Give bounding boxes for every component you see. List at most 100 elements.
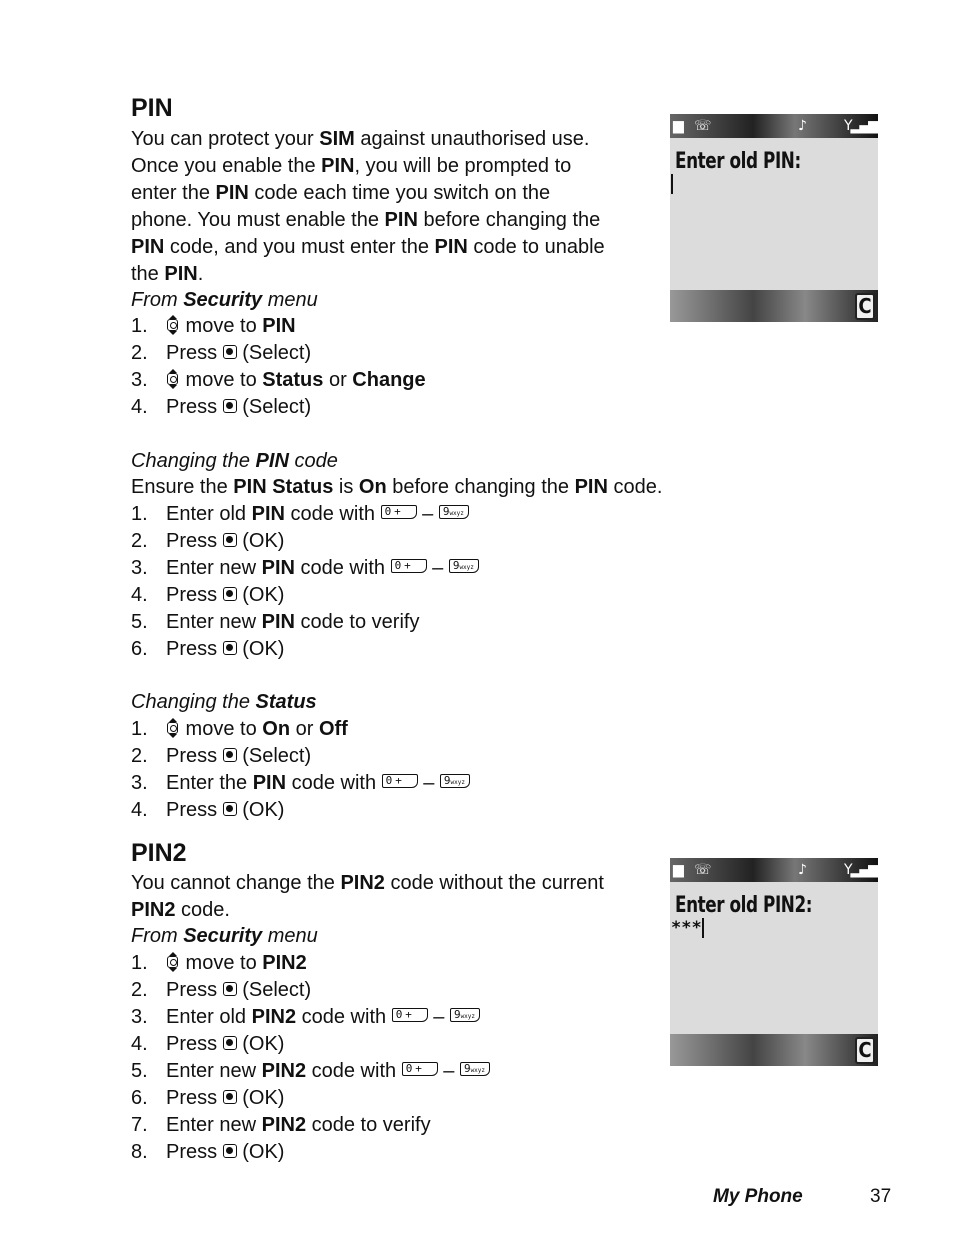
step-item: 3. Enter old PIN2 code with 0+ – 9wxyz <box>131 1004 480 1031</box>
step-number: 4. <box>131 1033 148 1055</box>
step-item: 7. Enter new PIN2 code to verify <box>131 1112 431 1139</box>
step-item: 5. Enter new PIN code to verify <box>131 609 419 636</box>
navigation-key-icon <box>166 717 180 738</box>
intro-line: enter the PIN code each time you switch … <box>131 182 551 204</box>
intro-line: PIN code, and you must enter the PIN cod… <box>131 236 605 258</box>
step-item: 4. Press (Select) <box>131 394 311 421</box>
step-item: 1. move to PIN2 <box>131 950 307 977</box>
step-item: 1. move to PIN <box>131 313 296 340</box>
step-number: 7. <box>131 1114 148 1136</box>
step-number: 3. <box>131 1006 148 1028</box>
step-item: 8. Press (OK) <box>131 1139 284 1166</box>
signal-icon: Y▂▄▆ <box>844 118 878 134</box>
key-0-icon: 0+ <box>381 773 418 788</box>
ok-key-icon <box>222 640 237 655</box>
step-item: 4. Press (OK) <box>131 1031 284 1058</box>
line-icon: ☏ <box>694 118 712 134</box>
phone-screen-pin2: ▆ ☏ ♪ Y▂▄▆ Enter old PIN2: *** C <box>670 858 878 1066</box>
navigation-key-icon <box>166 951 180 972</box>
step-item: 2. Press (Select) <box>131 743 311 770</box>
footer-chapter-title: My Phone <box>713 1186 803 1207</box>
step-item: 5. Enter new PIN2 code with 0+ – 9wxyz <box>131 1058 490 1085</box>
key-0-icon: 0+ <box>391 1007 428 1022</box>
status-bar: ▆ ☏ ♪ Y▂▄▆ <box>670 114 878 138</box>
ok-key-icon <box>222 398 237 413</box>
section-heading-pin: PIN <box>131 94 173 122</box>
ok-key-icon <box>222 801 237 816</box>
pin-entry-field[interactable] <box>671 174 673 194</box>
step-number: 3. <box>131 772 148 794</box>
step-number: 3. <box>131 369 148 391</box>
step-number: 4. <box>131 396 148 418</box>
from-menu-line: From Security menu <box>131 925 318 947</box>
step-number: 4. <box>131 584 148 606</box>
note-line: Ensure the PIN Status is On before chang… <box>131 476 663 498</box>
intro-line: phone. You must enable the PIN before ch… <box>131 209 601 231</box>
page-number: 37 <box>870 1186 892 1207</box>
key-9-icon: 9wxyz <box>448 558 479 573</box>
step-number: 6. <box>131 638 148 660</box>
ok-key-icon <box>222 1089 237 1104</box>
screen-prompt: Enter old PIN: <box>675 149 801 174</box>
step-item: 6. Press (OK) <box>131 636 284 663</box>
step-item: 2. Press (OK) <box>131 528 284 555</box>
ok-key-icon <box>222 981 237 996</box>
step-number: 8. <box>131 1141 148 1163</box>
text-cursor <box>671 174 673 194</box>
key-9-icon: 9wxyz <box>459 1061 490 1076</box>
key-0-icon: 0+ <box>380 504 417 519</box>
step-number: 2. <box>131 745 148 767</box>
step-number: 1. <box>131 503 148 525</box>
step-number: 5. <box>131 611 148 633</box>
step-number: 1. <box>131 718 148 740</box>
line-icon: ☏ <box>694 862 712 878</box>
clear-softkey[interactable]: C <box>855 293 875 320</box>
vibrate-ring-icon: ♪ <box>798 118 807 134</box>
navigation-key-icon <box>166 314 180 335</box>
step-number: 2. <box>131 979 148 1001</box>
entry-value: *** <box>671 918 702 938</box>
step-number: 1. <box>131 952 148 974</box>
status-bar: ▆ ☏ ♪ Y▂▄▆ <box>670 858 878 882</box>
step-item: 3. Enter new PIN code with 0+ – 9wxyz <box>131 555 479 582</box>
intro-line: Once you enable the PIN, you will be pro… <box>131 155 572 177</box>
step-number: 2. <box>131 530 148 552</box>
ok-key-icon <box>222 747 237 762</box>
signal-icon: Y▂▄▆ <box>844 862 878 878</box>
ok-key-icon <box>222 1035 237 1050</box>
key-9-icon: 9wxyz <box>439 773 470 788</box>
text-cursor <box>701 918 704 938</box>
key-0-icon: 0+ <box>390 558 427 573</box>
clear-softkey[interactable]: C <box>855 1037 875 1064</box>
ok-key-icon <box>222 1143 237 1158</box>
step-item: 4. Press (OK) <box>131 582 284 609</box>
step-number: 5. <box>131 1060 148 1082</box>
intro-line: You can protect your SIM against unautho… <box>131 128 590 150</box>
pin2-entry-field[interactable]: *** <box>671 918 704 938</box>
step-number: 6. <box>131 1087 148 1109</box>
step-item: 1. move to On or Off <box>131 716 348 743</box>
ok-key-icon <box>222 344 237 359</box>
step-item: 1. Enter old PIN code with 0+ – 9wxyz <box>131 501 469 528</box>
from-menu-line: From Security menu <box>131 289 318 311</box>
subsection-title: Changing the Status <box>131 691 317 713</box>
message-icon: ▆ <box>673 118 684 134</box>
intro-line: the PIN. <box>131 263 204 285</box>
step-number: 1. <box>131 315 148 337</box>
step-item: 4. Press (OK) <box>131 797 284 824</box>
ok-key-icon <box>222 532 237 547</box>
vibrate-ring-icon: ♪ <box>798 862 807 878</box>
subsection-title: Changing the PIN code <box>131 450 338 472</box>
step-item: 6. Press (OK) <box>131 1085 284 1112</box>
intro-line: You cannot change the PIN2 code without … <box>131 872 604 894</box>
softkey-bar: C <box>670 1034 878 1066</box>
screen-prompt: Enter old PIN2: <box>675 893 813 918</box>
intro-line: PIN2 code. <box>131 899 230 921</box>
step-number: 3. <box>131 557 148 579</box>
section-heading-pin2: PIN2 <box>131 839 187 867</box>
message-icon: ▆ <box>673 862 684 878</box>
step-item: 3. Enter the PIN code with 0+ – 9wxyz <box>131 770 470 797</box>
navigation-key-icon <box>166 368 180 389</box>
key-9-icon: 9wxyz <box>438 504 469 519</box>
phone-screen-pin: ▆ ☏ ♪ Y▂▄▆ Enter old PIN: C <box>670 114 878 322</box>
